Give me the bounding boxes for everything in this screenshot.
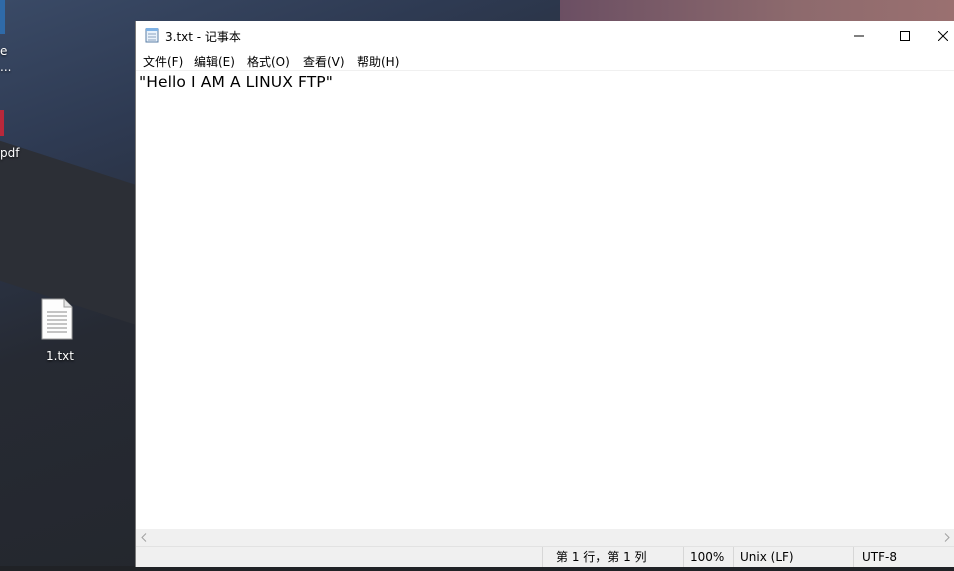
status-encoding: UTF-8 — [853, 547, 954, 567]
desktop-partial-label: e — [0, 44, 8, 58]
editor-content[interactable]: "Hello I AM A LINUX FTP" — [139, 73, 333, 91]
desktop-partial-label-ellipsis: ... — [0, 60, 12, 74]
text-editor[interactable]: "Hello I AM A LINUX FTP" — [136, 71, 954, 529]
status-cursor-position: 第 1 行，第 1 列 — [542, 547, 683, 567]
desktop-wallpaper-glow — [560, 0, 954, 22]
title-bar[interactable]: 3.txt - 记事本 — [136, 21, 954, 51]
text-file-icon[interactable] — [40, 298, 74, 340]
horizontal-scrollbar[interactable] — [136, 529, 954, 546]
maximize-icon — [900, 31, 910, 41]
desktop-partial-icon[interactable] — [0, 0, 5, 34]
desktop-pdf-label: pdf — [0, 146, 20, 160]
window-title: 3.txt - 记事本 — [165, 30, 241, 44]
close-button[interactable] — [928, 21, 954, 51]
chevron-right-icon[interactable] — [942, 532, 952, 543]
status-line-ending: Unix (LF) — [733, 547, 853, 567]
status-zoom: 100% — [683, 547, 733, 567]
maximize-button[interactable] — [882, 21, 928, 51]
status-bar: 第 1 行，第 1 列 100% Unix (LF) UTF-8 — [136, 546, 954, 567]
menu-view[interactable]: 查看(V) — [303, 53, 345, 70]
minimize-icon — [854, 35, 864, 37]
menu-format[interactable]: 格式(O) — [247, 53, 290, 70]
menu-bar: 文件(F) 编辑(E) 格式(O) 查看(V) 帮助(H) — [136, 51, 954, 70]
menu-file[interactable]: 文件(F) — [143, 53, 183, 70]
menu-edit[interactable]: 编辑(E) — [194, 53, 235, 70]
close-icon — [938, 31, 948, 41]
notepad-window: 3.txt - 记事本 文件(F) 编辑(E) 格式(O) 查看(V) 帮助(H… — [135, 21, 954, 567]
menu-help[interactable]: 帮助(H) — [357, 53, 399, 70]
minimize-button[interactable] — [836, 21, 882, 51]
text-file-label[interactable]: 1.txt — [30, 349, 90, 363]
notepad-icon — [145, 27, 159, 43]
desktop-pdf-icon[interactable] — [0, 110, 4, 136]
chevron-left-icon[interactable] — [139, 532, 149, 543]
